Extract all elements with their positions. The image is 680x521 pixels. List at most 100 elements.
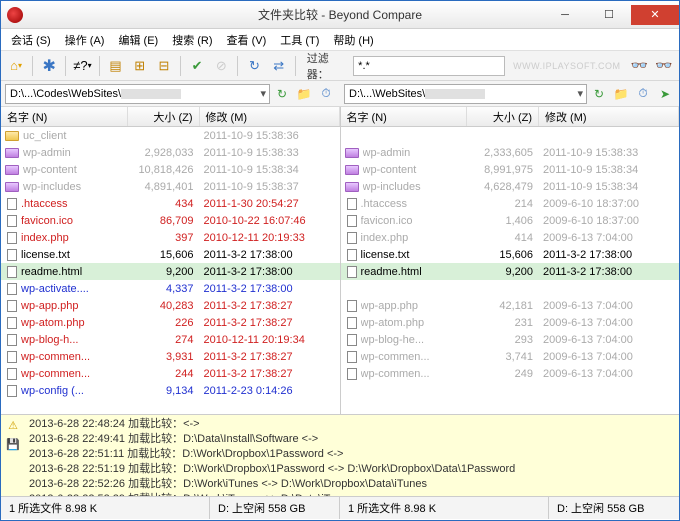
menu-view[interactable]: 查看 (V) [223, 30, 271, 50]
file-size: 397 [128, 232, 200, 244]
warning-icon: ⚠ [8, 419, 18, 432]
table-row[interactable]: .htaccess2142009-6-10 18:37:00 [341, 195, 680, 212]
table-row[interactable]: wp-admin2,928,0332011-10-9 15:38:33 [1, 144, 340, 161]
file-modified: 2011-10-9 15:38:33 [200, 147, 340, 159]
all-button[interactable]: ✱ [38, 54, 60, 78]
right-path-section: D:\...\WebSites\ ↻ 📁 ⏱ ➤ [340, 81, 679, 106]
filter-input[interactable] [353, 56, 505, 76]
table-row[interactable] [341, 127, 680, 144]
table-row[interactable]: readme.html9,2002011-3-2 17:38:00 [1, 263, 340, 280]
menu-session[interactable]: 会话 (S) [7, 30, 55, 50]
menu-help[interactable]: 帮助 (H) [329, 30, 377, 50]
table-row[interactable]: wp-commen...3,9312011-3-2 17:38:27 [1, 348, 340, 365]
table-row[interactable]: index.php3972010-12-11 20:19:33 [1, 229, 340, 246]
table-row[interactable] [341, 382, 680, 399]
menu-search[interactable]: 搜索 (R) [168, 30, 216, 50]
file-modified: 2009-6-10 18:37:00 [539, 198, 679, 210]
col-mod[interactable]: 修改 (M) [539, 107, 679, 126]
minimize-button[interactable]: ─ [543, 5, 587, 25]
swap-button[interactable]: ⇄ [268, 54, 290, 78]
left-history-icon[interactable]: ⏱ [316, 84, 336, 104]
file-size: 1,406 [467, 215, 539, 227]
table-row[interactable]: wp-commen...3,7412009-6-13 7:04:00 [341, 348, 680, 365]
table-row[interactable]: wp-content8,991,9752011-10-9 15:38:34 [341, 161, 680, 178]
file-modified: 2011-3-2 17:38:00 [200, 283, 340, 295]
file-size: 226 [128, 317, 200, 329]
collapse-button[interactable]: ⊟ [153, 54, 175, 78]
table-row[interactable]: index.php4142009-6-13 7:04:00 [341, 229, 680, 246]
table-row[interactable]: wp-includes4,891,4012011-10-9 15:38:37 [1, 178, 340, 195]
col-size[interactable]: 大小 (Z) [128, 107, 200, 126]
file-size: 2,333,605 [467, 147, 539, 159]
right-path-text: D:\...\WebSites\ [349, 88, 425, 100]
select-button[interactable]: ✔ [186, 54, 208, 78]
file-size: 274 [128, 334, 200, 346]
binoculars-off-icon[interactable]: 👓 [653, 54, 675, 78]
table-row[interactable]: wp-includes4,628,4792011-10-9 15:38:34 [341, 178, 680, 195]
right-file-list[interactable]: wp-admin2,333,6052011-10-9 15:38:33wp-co… [341, 127, 680, 414]
file-name: wp-commen... [21, 351, 128, 363]
table-row[interactable]: wp-atom.php2262011-3-2 17:38:27 [1, 314, 340, 331]
file-modified: 2011-3-2 17:38:00 [200, 249, 340, 261]
table-row[interactable]: .htaccess4342011-1-30 20:54:27 [1, 195, 340, 212]
right-history-icon[interactable]: ⏱ [633, 84, 653, 104]
file-name: wp-blog-he... [361, 334, 468, 346]
diff-button[interactable]: ≠?▾ [71, 54, 93, 78]
table-row[interactable]: uc_client2011-10-9 15:38:36 [1, 127, 340, 144]
file-name: wp-config (... [21, 385, 128, 397]
col-name[interactable]: 名字 (N) [1, 107, 128, 126]
col-name[interactable]: 名字 (N) [341, 107, 468, 126]
menu-tools[interactable]: 工具 (T) [276, 30, 323, 50]
table-row[interactable]: favicon.ico86,7092010-10-22 16:07:46 [1, 212, 340, 229]
close-button[interactable]: ✕ [631, 5, 679, 25]
save-icon[interactable]: 💾 [6, 438, 20, 451]
maximize-button[interactable]: ☐ [587, 5, 631, 25]
log-text[interactable]: 2013-6-28 22:48:24 加载比较：<->2013-6-28 22:… [25, 415, 679, 496]
table-row[interactable]: favicon.ico1,4062009-6-10 18:37:00 [341, 212, 680, 229]
left-file-list[interactable]: uc_client2011-10-9 15:38:36wp-admin2,928… [1, 127, 340, 414]
left-browse-icon[interactable]: 📁 [294, 84, 314, 104]
file-name: .htaccess [21, 198, 128, 210]
table-row[interactable]: wp-commen...2492009-6-13 7:04:00 [341, 365, 680, 382]
right-refresh-icon[interactable]: ↻ [589, 84, 609, 104]
left-refresh-icon[interactable]: ↻ [272, 84, 292, 104]
binoculars-icon[interactable]: 👓 [629, 54, 651, 78]
table-row[interactable]: wp-app.php40,2832011-3-2 17:38:27 [1, 297, 340, 314]
table-row[interactable]: wp-config (...9,1342011-2-23 0:14:26 [1, 382, 340, 399]
table-row[interactable]: wp-commen...2442011-3-2 17:38:27 [1, 365, 340, 382]
table-row[interactable]: wp-atom.php2312009-6-13 7:04:00 [341, 314, 680, 331]
menu-edit[interactable]: 编辑 (E) [114, 30, 162, 50]
file-size: 15,606 [128, 249, 200, 261]
col-size[interactable]: 大小 (Z) [467, 107, 539, 126]
right-path-combo[interactable]: D:\...\WebSites\ [344, 84, 587, 104]
table-row[interactable]: wp-activate....4,3372011-3-2 17:38:00 [1, 280, 340, 297]
file-name: index.php [361, 232, 468, 244]
file-modified: 2009-6-13 7:04:00 [539, 232, 679, 244]
table-row[interactable]: wp-blog-he...2932009-6-13 7:04:00 [341, 331, 680, 348]
file-size: 434 [128, 198, 200, 210]
right-arrow-icon[interactable]: ➤ [655, 84, 675, 104]
table-row[interactable]: license.txt15,6062011-3-2 17:38:00 [341, 246, 680, 263]
rules-button[interactable]: ▤ [104, 54, 126, 78]
col-mod[interactable]: 修改 (M) [200, 107, 340, 126]
table-row[interactable]: wp-admin2,333,6052011-10-9 15:38:33 [341, 144, 680, 161]
right-browse-icon[interactable]: 📁 [611, 84, 631, 104]
file-size: 249 [467, 368, 539, 380]
table-row[interactable]: wp-content10,818,4262011-10-9 15:38:34 [1, 161, 340, 178]
table-row[interactable]: wp-blog-h...2742010-12-11 20:19:34 [1, 331, 340, 348]
table-row[interactable]: wp-app.php42,1812009-6-13 7:04:00 [341, 297, 680, 314]
file-modified: 2011-2-23 0:14:26 [200, 385, 340, 397]
toolbar: ⌂▾ ✱ ≠?▾ ▤ ⊞ ⊟ ✔ ⊘ ↻ ⇄ 过滤器： WWW.IPLAYSOF… [1, 51, 679, 81]
expand-button[interactable]: ⊞ [129, 54, 151, 78]
left-path-combo[interactable]: D:\...\Codes\WebSites\ [5, 84, 270, 104]
left-columns: 名字 (N) 大小 (Z) 修改 (M) [1, 107, 340, 127]
table-row[interactable]: readme.html9,2002011-3-2 17:38:00 [341, 263, 680, 280]
home-button[interactable]: ⌂▾ [5, 54, 27, 78]
refresh-button[interactable]: ↻ [243, 54, 265, 78]
stop-button[interactable]: ⊘ [210, 54, 232, 78]
table-row[interactable]: license.txt15,6062011-3-2 17:38:00 [1, 246, 340, 263]
table-row[interactable] [341, 280, 680, 297]
file-icon [7, 198, 17, 210]
status-left-selection: 1 所选文件 8.98 K [1, 497, 210, 519]
menu-actions[interactable]: 操作 (A) [61, 30, 109, 50]
